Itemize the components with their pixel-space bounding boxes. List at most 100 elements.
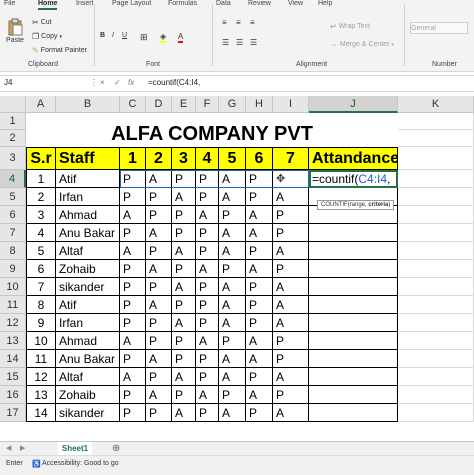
- attendance-cell[interactable]: A: [146, 260, 172, 278]
- column-header-i[interactable]: I: [273, 96, 309, 113]
- column-header-g[interactable]: G: [219, 96, 246, 113]
- insert-function-icon[interactable]: fx: [128, 77, 134, 89]
- scroll-left-icon[interactable]: ◀: [6, 444, 11, 452]
- sr-cell[interactable]: 12: [26, 368, 56, 386]
- attendance-cell[interactable]: A: [246, 224, 273, 242]
- attendance-cell[interactable]: A: [246, 260, 273, 278]
- grid-cell[interactable]: [398, 206, 474, 224]
- staff-cell[interactable]: Irfan: [56, 314, 120, 332]
- attendance-cell[interactable]: P: [120, 170, 146, 188]
- column-header-a[interactable]: A: [26, 96, 56, 113]
- attendance-cell[interactable]: A: [146, 224, 172, 242]
- attendance-cell[interactable]: P: [273, 332, 309, 350]
- tab-view[interactable]: View: [288, 0, 303, 8]
- attendance-cell[interactable]: P: [172, 332, 196, 350]
- sr-cell[interactable]: 8: [26, 296, 56, 314]
- attendance-cell[interactable]: P: [172, 170, 196, 188]
- grid-cell[interactable]: [398, 332, 474, 350]
- attendance-cell[interactable]: P: [120, 188, 146, 206]
- active-cell-j4[interactable]: =countif(C4:I4,: [309, 170, 398, 188]
- grid-cell[interactable]: [398, 113, 474, 130]
- tab-help[interactable]: Help: [318, 0, 332, 8]
- paste-button[interactable]: Paste: [6, 18, 24, 44]
- row-header-13[interactable]: 13: [0, 332, 26, 350]
- attendance-cell[interactable]: P: [196, 296, 219, 314]
- attendance-cell[interactable]: P: [219, 206, 246, 224]
- add-sheet-icon[interactable]: ⊕: [112, 443, 120, 454]
- attendance-cell[interactable]: A: [196, 332, 219, 350]
- attendance-cell[interactable]: A: [246, 332, 273, 350]
- align-middle-button[interactable]: ≡: [236, 18, 241, 27]
- staff-cell[interactable]: Ahmad: [56, 206, 120, 224]
- scroll-right-icon[interactable]: ▶: [20, 444, 25, 452]
- attendance-cell[interactable]: A: [273, 188, 309, 206]
- staff-cell[interactable]: Altaf: [56, 242, 120, 260]
- attendance-cell[interactable]: P: [246, 242, 273, 260]
- sr-cell[interactable]: 6: [26, 260, 56, 278]
- attendance-cell[interactable]: P: [120, 314, 146, 332]
- align-bottom-button[interactable]: ≡: [250, 18, 255, 27]
- attendance-cell[interactable]: P: [246, 404, 273, 422]
- grid-cell[interactable]: [398, 224, 474, 242]
- row-header-17[interactable]: 17: [0, 404, 26, 422]
- column-heading[interactable]: 2: [146, 147, 172, 170]
- attendance-cell[interactable]: P: [120, 386, 146, 404]
- attendance-cell[interactable]: P: [196, 404, 219, 422]
- staff-cell[interactable]: Zohaib: [56, 386, 120, 404]
- row-header-14[interactable]: 14: [0, 350, 26, 368]
- attendance-cell[interactable]: A: [273, 314, 309, 332]
- attendance-cell[interactable]: P: [246, 296, 273, 314]
- tab-file[interactable]: File: [4, 0, 15, 8]
- name-box[interactable]: J4: [4, 77, 84, 89]
- staff-cell[interactable]: Irfan: [56, 188, 120, 206]
- row-header-15[interactable]: 15: [0, 368, 26, 386]
- row-header-7[interactable]: 7: [0, 224, 26, 242]
- attendance-cell[interactable]: P: [146, 332, 172, 350]
- attendance-cell[interactable]: P: [196, 188, 219, 206]
- attendance-cell[interactable]: P: [146, 404, 172, 422]
- attendance-cell[interactable]: A: [219, 224, 246, 242]
- staff-cell[interactable]: Zohaib: [56, 260, 120, 278]
- column-header-h[interactable]: H: [246, 96, 273, 113]
- attendance-cell[interactable]: A: [219, 404, 246, 422]
- attendance-cell[interactable]: A: [196, 260, 219, 278]
- cancel-icon[interactable]: ×: [100, 77, 105, 89]
- row-header-3[interactable]: 3: [0, 147, 26, 170]
- attendance-cell[interactable]: A: [219, 314, 246, 332]
- attendance-cell[interactable]: A: [273, 242, 309, 260]
- tab-insert[interactable]: Insert: [76, 0, 94, 8]
- attendance-cell[interactable]: P: [120, 278, 146, 296]
- copy-button[interactable]: ❐ Copy ▾: [32, 32, 62, 41]
- attendance-cell[interactable]: P: [120, 260, 146, 278]
- attendance-cell[interactable]: P: [146, 368, 172, 386]
- attendance-cell[interactable]: A: [246, 386, 273, 404]
- column-header-b[interactable]: B: [56, 96, 120, 113]
- attendance-cell[interactable]: A: [219, 350, 246, 368]
- attendance-cell[interactable]: A: [219, 170, 246, 188]
- row-header-16[interactable]: 16: [0, 386, 26, 404]
- attendance-cell[interactable]: A: [146, 296, 172, 314]
- attendance-cell[interactable]: P: [146, 188, 172, 206]
- column-header-d[interactable]: D: [146, 96, 172, 113]
- attendance-cell[interactable]: P: [172, 260, 196, 278]
- attendance-total-cell[interactable]: [309, 224, 398, 242]
- tab-home[interactable]: Home: [38, 0, 58, 10]
- number-format-dropdown[interactable]: General: [410, 22, 468, 34]
- attendance-total-cell[interactable]: [309, 296, 398, 314]
- column-heading[interactable]: Attandance: [309, 147, 398, 170]
- sr-cell[interactable]: 1: [26, 170, 56, 188]
- attendance-cell[interactable]: A: [219, 242, 246, 260]
- tab-page-layout[interactable]: Page Layout: [112, 0, 151, 8]
- sr-cell[interactable]: 14: [26, 404, 56, 422]
- merge-center-button[interactable]: ⇔ Merge & Center ▾: [330, 40, 394, 49]
- italic-button[interactable]: I: [112, 32, 114, 39]
- attendance-cell[interactable]: A: [219, 296, 246, 314]
- accessibility-icon[interactable]: ♿: [32, 460, 41, 468]
- grid-cell[interactable]: [398, 404, 474, 422]
- sr-cell[interactable]: 2: [26, 188, 56, 206]
- grid-cell[interactable]: [398, 188, 474, 206]
- staff-cell[interactable]: Anu Bakar: [56, 224, 120, 242]
- attendance-cell[interactable]: P: [273, 224, 309, 242]
- align-top-button[interactable]: ≡: [222, 18, 227, 27]
- bold-button[interactable]: B: [100, 32, 105, 39]
